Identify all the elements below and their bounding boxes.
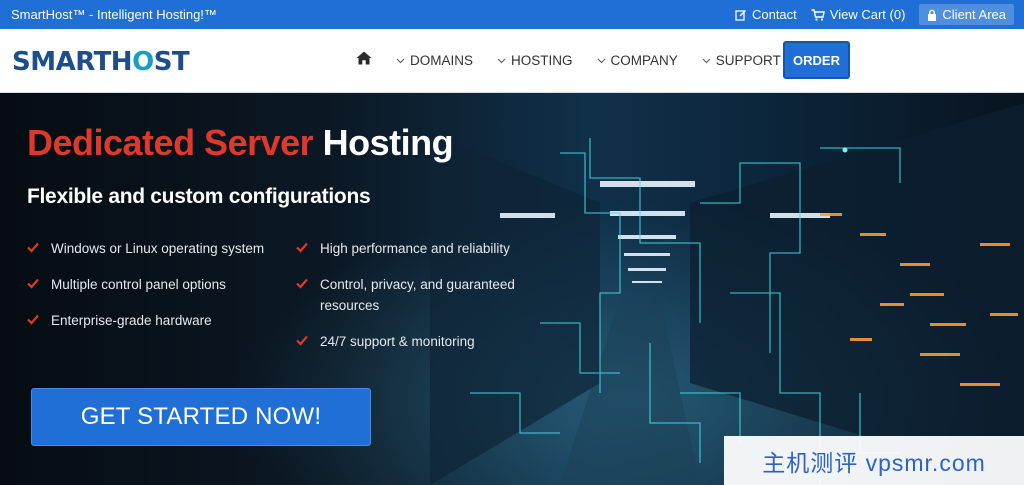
chevron-down-icon bbox=[597, 58, 605, 63]
checkmark-icon bbox=[27, 278, 39, 289]
checkmark-icon bbox=[27, 242, 39, 253]
cart-label: View Cart (0) bbox=[829, 7, 906, 22]
feature-text: Control, privacy, and guaranteed resourc… bbox=[320, 277, 515, 313]
chevron-down-icon bbox=[396, 58, 405, 63]
nav-hosting[interactable]: HOSTING bbox=[497, 53, 573, 68]
feature-item: Control, privacy, and guaranteed resourc… bbox=[296, 274, 536, 316]
feature-text: Windows or Linux operating system bbox=[51, 241, 265, 256]
logo-text-1: SMARTH bbox=[12, 47, 133, 77]
contact-link[interactable]: Contact bbox=[735, 7, 797, 22]
feature-item: 24/7 support & monitoring bbox=[296, 331, 536, 352]
checkmark-icon bbox=[296, 335, 308, 346]
nav-domains-label: DOMAINS bbox=[410, 53, 474, 68]
checkmark-icon bbox=[296, 242, 308, 253]
view-cart-link[interactable]: View Cart (0) bbox=[811, 7, 906, 22]
hero-subtitle: Flexible and custom configurations bbox=[27, 185, 371, 208]
top-bar-links: Contact View Cart (0) Client Area bbox=[735, 0, 1014, 29]
logo-text-o: O bbox=[132, 47, 154, 77]
order-button[interactable]: ORDER bbox=[783, 41, 850, 79]
feature-text: Enterprise-grade hardware bbox=[51, 313, 212, 328]
smarthost-logo[interactable]: SMARTHOST bbox=[12, 47, 190, 77]
client-area-label: Client Area bbox=[942, 7, 1006, 22]
edit-icon bbox=[735, 9, 746, 21]
checkmark-icon bbox=[27, 314, 39, 325]
nav-company[interactable]: COMPANY bbox=[597, 53, 678, 68]
logo-text-2: ST bbox=[153, 47, 190, 77]
feature-text: High performance and reliability bbox=[320, 241, 510, 256]
lock-icon bbox=[928, 9, 937, 21]
feature-item: Enterprise-grade hardware bbox=[27, 310, 287, 331]
feature-item: Multiple control panel options bbox=[27, 274, 287, 295]
feature-text: 24/7 support & monitoring bbox=[320, 334, 475, 349]
nav-support-label: SUPPORT bbox=[715, 53, 781, 68]
hero-title: Dedicated Server Hosting bbox=[27, 122, 454, 164]
client-area-button[interactable]: Client Area bbox=[919, 4, 1014, 25]
feature-item: High performance and reliability bbox=[296, 238, 536, 259]
feature-text: Multiple control panel options bbox=[51, 277, 226, 292]
nav-company-label: COMPANY bbox=[610, 53, 678, 68]
tagline: SmartHost™ - Intelligent Hosting!™ bbox=[11, 7, 217, 22]
nav-support[interactable]: SUPPORT bbox=[702, 53, 781, 68]
top-bar: SmartHost™ - Intelligent Hosting!™ Conta… bbox=[0, 0, 1024, 29]
home-icon[interactable] bbox=[356, 51, 376, 70]
cart-icon bbox=[811, 8, 825, 21]
nav-hosting-label: HOSTING bbox=[511, 53, 573, 68]
hero-title-rest: Hosting bbox=[322, 122, 454, 163]
hero-banner: Dedicated Server Hosting Flexible and cu… bbox=[0, 93, 1024, 485]
checkmark-icon bbox=[296, 278, 308, 289]
chevron-down-icon bbox=[497, 58, 506, 63]
nav-domains[interactable]: DOMAINS bbox=[396, 53, 473, 68]
main-header: SMARTHOST DOMAINS HOSTING COMPANY SUPPOR… bbox=[0, 29, 1024, 93]
chevron-down-icon bbox=[702, 58, 711, 63]
contact-label: Contact bbox=[751, 7, 797, 22]
hero-title-highlight: Dedicated Server bbox=[27, 122, 314, 163]
feature-item: Windows or Linux operating system bbox=[27, 238, 287, 259]
watermark-label: 主机测评 vpsmr.com bbox=[724, 436, 1024, 485]
main-nav: DOMAINS HOSTING COMPANY SUPPORT bbox=[356, 29, 805, 92]
get-started-button[interactable]: GET STARTED NOW! bbox=[31, 388, 371, 446]
